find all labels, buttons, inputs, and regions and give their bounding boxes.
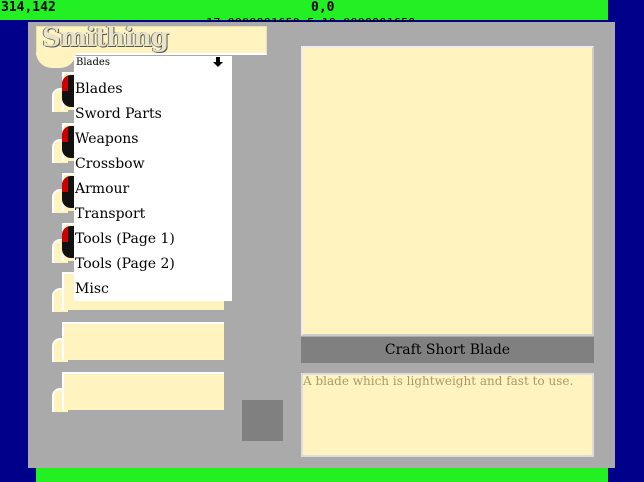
- bottom-status-bar: [36, 468, 608, 482]
- dropdown-option-armour[interactable]: Armour: [75, 180, 129, 198]
- origin-coords-readout: 0,0: [311, 0, 335, 15]
- dropdown-option-crossbow[interactable]: Crossbow: [75, 155, 145, 173]
- category-dropdown-value: Blades: [76, 57, 110, 68]
- recipe-slot[interactable]: [52, 322, 224, 362]
- output-slot[interactable]: [242, 400, 283, 441]
- craft-button[interactable]: Craft Short Blade: [301, 337, 594, 363]
- dropdown-option-tools-page-2[interactable]: Tools (Page 2): [75, 255, 175, 273]
- category-dropdown-list: Blades Sword Parts Weapons Crossbow Armo…: [74, 69, 232, 301]
- dropdown-option-transport[interactable]: Transport: [75, 205, 145, 223]
- dropdown-option-weapons[interactable]: Weapons: [75, 130, 138, 148]
- dropdown-option-tools-page-1[interactable]: Tools (Page 1): [75, 230, 175, 248]
- recipe-slot[interactable]: [52, 372, 224, 412]
- mouse-coords-readout: 314,142: [1, 0, 56, 15]
- window-title: Smithing: [42, 23, 169, 53]
- arrow-down-icon[interactable]: [211, 56, 225, 68]
- item-preview-area: [301, 46, 594, 336]
- dropdown-option-sword-parts[interactable]: Sword Parts: [75, 105, 162, 123]
- dropdown-option-misc[interactable]: Misc: [75, 280, 109, 298]
- item-description: A blade which is lightweight and fast to…: [303, 374, 574, 388]
- dropdown-option-blades[interactable]: Blades: [75, 80, 123, 98]
